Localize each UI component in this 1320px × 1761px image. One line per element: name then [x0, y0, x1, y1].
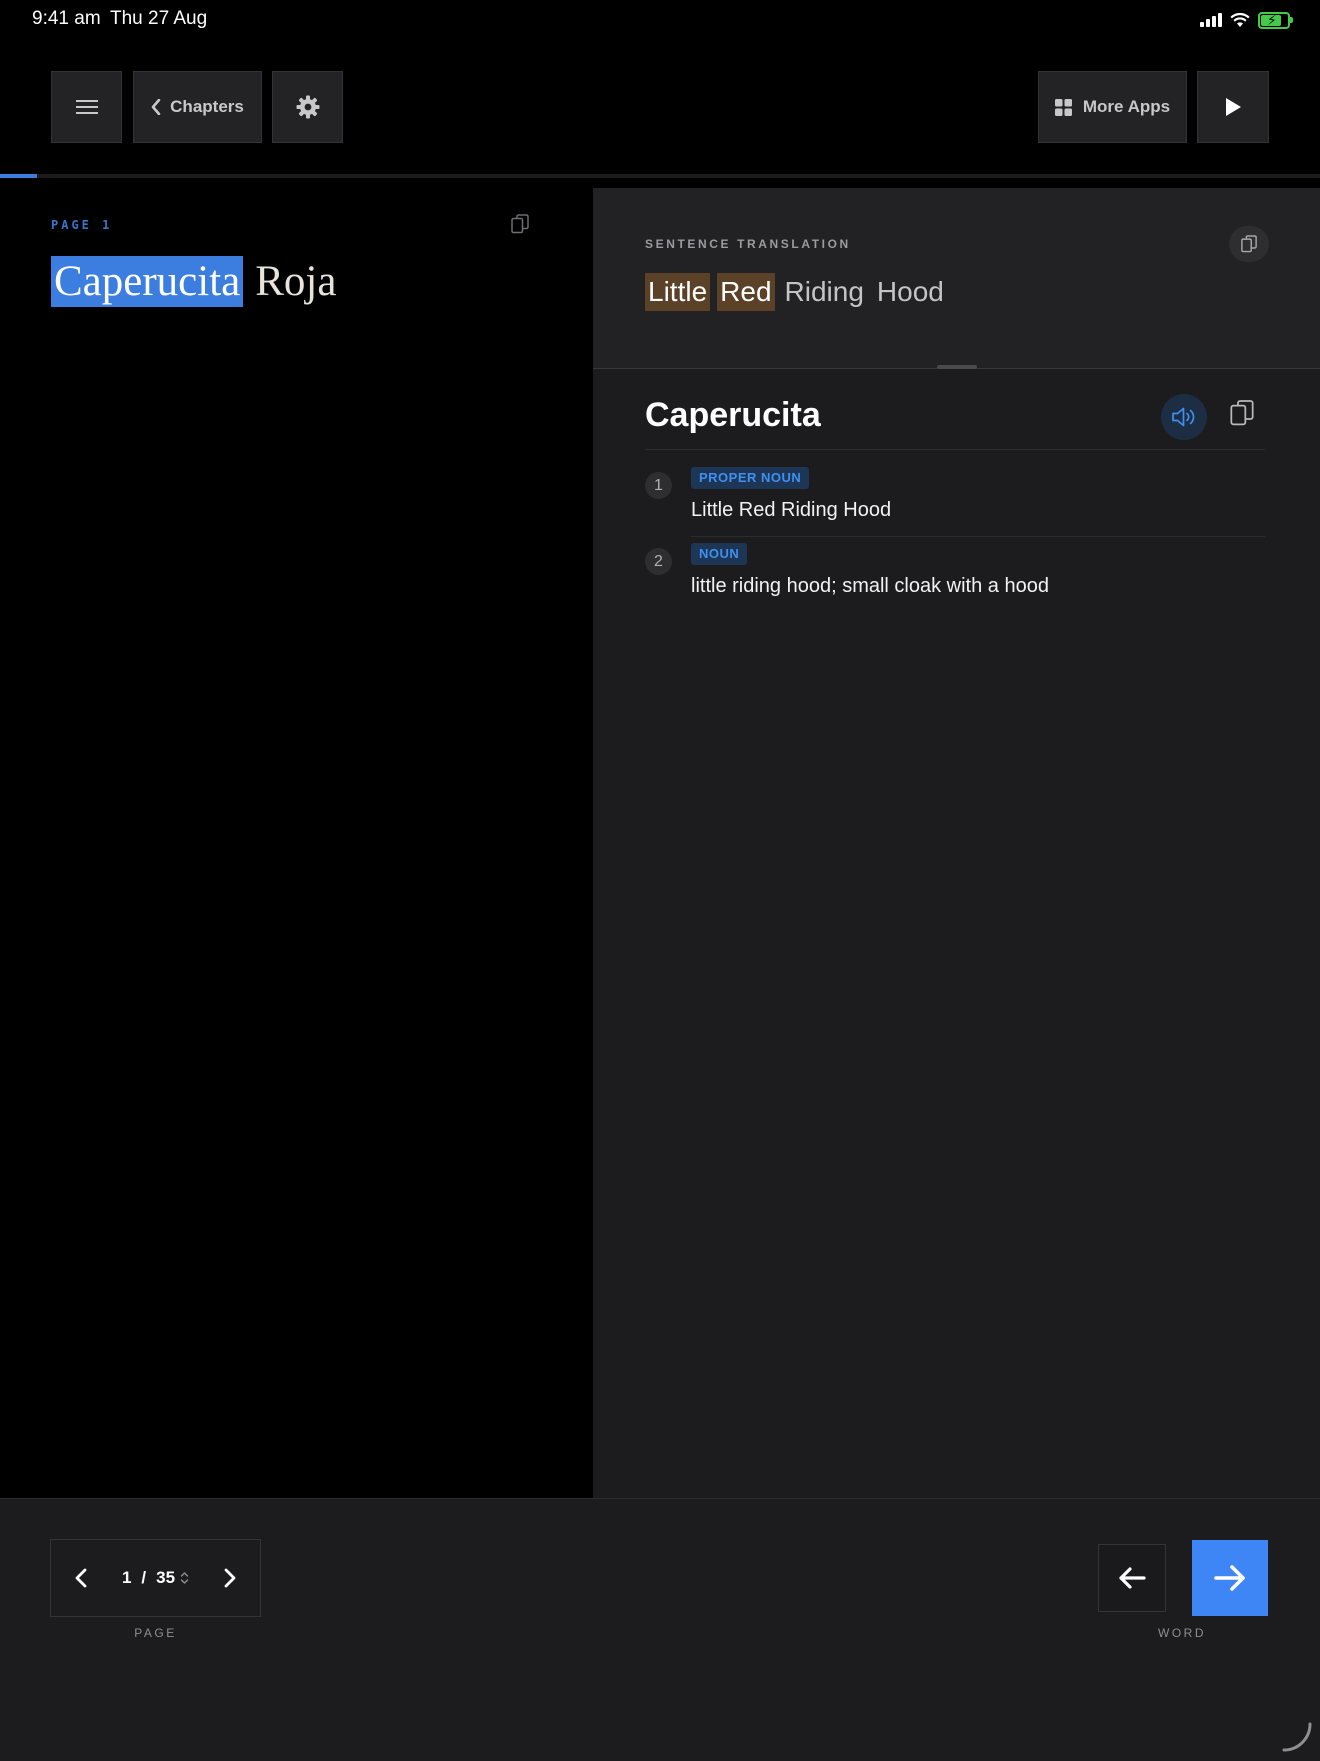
translation-word-highlighted: Little — [645, 273, 711, 311]
settings-button[interactable] — [272, 71, 343, 143]
arrow-left-icon — [1119, 1567, 1146, 1589]
play-button[interactable] — [1197, 71, 1269, 143]
page-caption: PAGE — [134, 1626, 177, 1640]
menu-button[interactable] — [51, 71, 122, 143]
battery-charging-icon: ⚡ — [1258, 11, 1293, 29]
chevron-up-down-icon — [180, 1572, 189, 1584]
reader-pane — [0, 188, 593, 1498]
status-time: 9:41 am — [32, 8, 101, 29]
divider — [645, 449, 1265, 450]
reading-progress-fill — [0, 174, 37, 178]
definition-number: 2 — [645, 548, 672, 575]
definition-gloss: Little Red Riding Hood — [691, 499, 892, 521]
translation-word-highlighted: Red — [717, 273, 775, 311]
copy-translation-button[interactable] — [1229, 226, 1269, 262]
copy-icon — [1241, 235, 1257, 253]
status-icons: ⚡ — [1200, 10, 1293, 30]
speaker-icon — [1172, 407, 1195, 427]
home-indicator-corner — [1282, 1722, 1312, 1752]
translation-text: Little Red Riding Hood — [645, 273, 947, 311]
previous-word-button[interactable] — [1098, 1544, 1166, 1612]
more-apps-label: More Apps — [1082, 97, 1171, 116]
more-apps-button[interactable]: More Apps — [1038, 71, 1187, 143]
sentence-text: Caperucita Roja — [51, 256, 338, 307]
copy-headword-button[interactable] — [1230, 399, 1254, 432]
reading-progress-track — [0, 174, 1320, 178]
status-date: Thu 27 Aug — [110, 8, 208, 29]
page-selector[interactable]: 1 / 35 — [111, 1568, 200, 1588]
previous-page-button[interactable] — [51, 1540, 111, 1616]
sentence-word-selected[interactable]: Caperucita — [51, 256, 244, 307]
page-label: PAGE 1 — [51, 218, 113, 232]
definition-number: 1 — [645, 472, 672, 499]
copy-icon — [511, 214, 529, 234]
translation-word: Hood — [876, 276, 944, 307]
definition-gloss: little riding hood; small cloak with a h… — [691, 575, 1049, 597]
copy-page-button[interactable] — [511, 214, 529, 239]
hamburger-icon — [75, 100, 98, 114]
sentence-translation-label: SENTENCE TRANSLATION — [645, 237, 851, 251]
sentence-word[interactable]: Roja — [253, 256, 338, 307]
copy-icon — [1230, 400, 1254, 426]
next-word-button[interactable] — [1192, 1540, 1268, 1616]
total-pages: 35 — [156, 1568, 176, 1587]
pronounce-button[interactable] — [1161, 394, 1207, 440]
part-of-speech-badge: NOUN — [691, 543, 748, 565]
part-of-speech-badge: PROPER NOUN — [691, 467, 810, 489]
chevron-left-icon — [151, 99, 161, 115]
chevron-right-icon — [224, 1568, 236, 1588]
translation-word: Riding — [784, 276, 864, 307]
page-navigator: 1 / 35 — [50, 1539, 261, 1617]
word-caption: WORD — [1158, 1626, 1206, 1640]
chapters-button[interactable]: Chapters — [133, 71, 262, 143]
grid-icon — [1054, 98, 1072, 116]
chapters-label: Chapters — [170, 97, 244, 116]
dictionary-pane — [593, 188, 1320, 1498]
page-separator: / — [141, 1568, 147, 1587]
cellular-signal-icon — [1200, 13, 1222, 27]
resize-handle[interactable] — [937, 365, 977, 369]
arrow-right-icon — [1214, 1565, 1245, 1591]
next-page-button[interactable] — [200, 1540, 260, 1616]
wifi-icon — [1230, 12, 1250, 27]
play-icon — [1226, 98, 1241, 116]
divider — [691, 536, 1265, 537]
gear-icon — [296, 95, 319, 119]
dictionary-headword: Caperucita — [645, 396, 821, 434]
current-page: 1 — [121, 1568, 132, 1587]
chevron-left-icon — [75, 1568, 87, 1588]
